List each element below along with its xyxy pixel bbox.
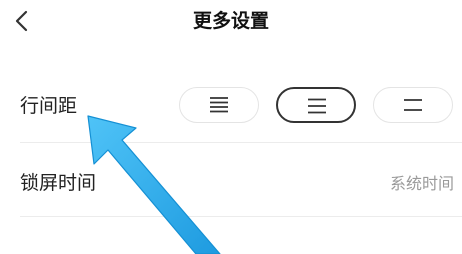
line-spacing-standard-button[interactable]: [276, 87, 356, 123]
divider: [20, 142, 462, 143]
line-spacing-standard-icon: [308, 98, 326, 114]
lock-screen-time-label[interactable]: 锁屏时间: [20, 170, 96, 196]
line-spacing-loose-button[interactable]: [373, 87, 453, 123]
lock-screen-time-value[interactable]: 系统时间: [390, 172, 454, 196]
line-spacing-label: 行间距: [20, 95, 78, 117]
page-title: 更多设置: [192, 10, 269, 32]
header: 更多设置: [0, 0, 462, 44]
line-spacing-compact-button[interactable]: [179, 87, 259, 123]
line-spacing-loose-icon: [404, 99, 422, 111]
divider: [20, 216, 462, 217]
line-spacing-compact-icon: [210, 97, 228, 113]
